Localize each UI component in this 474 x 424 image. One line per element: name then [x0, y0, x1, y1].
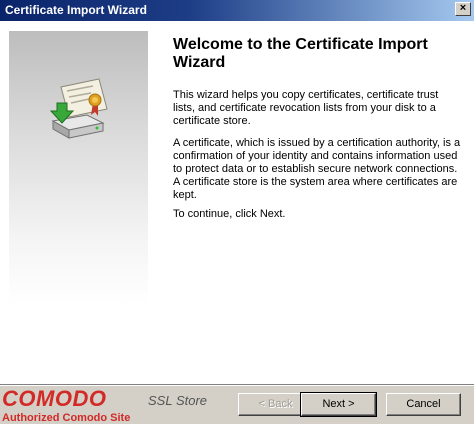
certificate-drive-icon — [49, 78, 108, 139]
ssl-store-label: SSL Store — [148, 393, 208, 408]
close-button[interactable]: × — [455, 2, 471, 16]
window-title: Certificate Import Wizard — [5, 3, 147, 17]
comodo-logo: COMODO — [2, 386, 107, 411]
certificate-import-wizard-window: Certificate Import Wizard × Welcome to t… — [0, 0, 474, 424]
authorized-site-label: Authorized Comodo Site — [2, 412, 131, 424]
continue-instruction-text: To continue, click Next. — [173, 208, 286, 220]
close-icon: × — [459, 2, 467, 14]
wizard-content: Welcome to the Certificate Import Wizard… — [0, 21, 474, 384]
cancel-button[interactable]: Cancel — [386, 393, 461, 416]
wizard-intro-text: This wizard helps you copy certificates,… — [173, 89, 439, 127]
certificate-description-text: A certificate, which is issued by a cert… — [173, 137, 461, 201]
wizard-heading: Welcome to the Certificate Import Wizard — [173, 36, 428, 71]
title-bar[interactable]: Certificate Import Wizard × — [0, 0, 474, 21]
wizard-footer: COMODO SSL Store Authorized Comodo Site … — [0, 386, 474, 424]
next-button[interactable]: Next > — [300, 392, 377, 417]
wizard-side-panel — [9, 31, 148, 305]
